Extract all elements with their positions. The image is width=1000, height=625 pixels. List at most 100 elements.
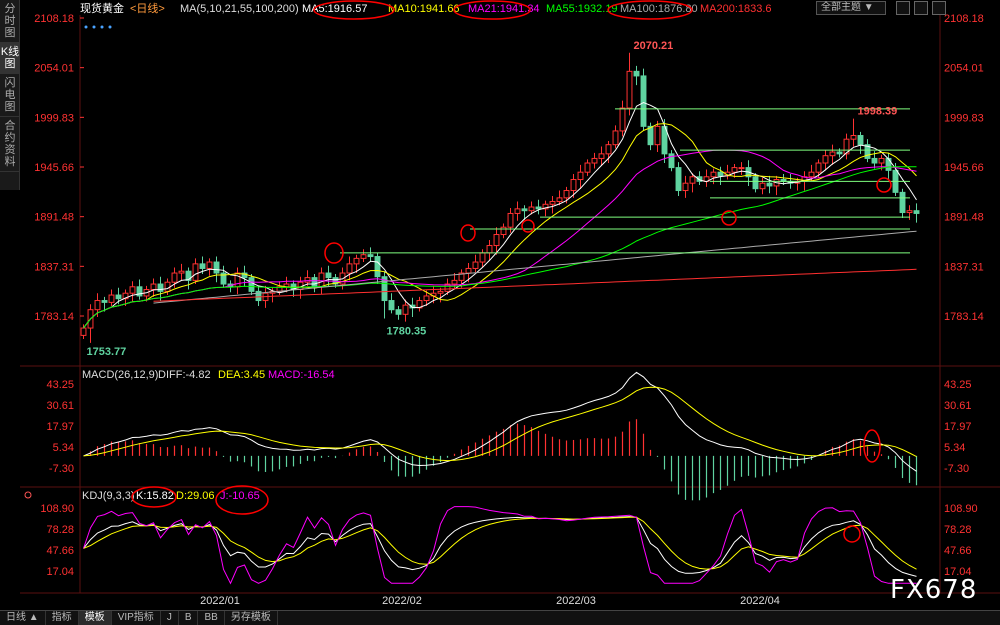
macd-tick-left-2: 17.97: [46, 421, 74, 433]
side-tab-bar: 分时图 K线图 闪电图 合约资料: [0, 0, 20, 190]
price-tick-left-5: 1837.31: [34, 261, 74, 273]
candle-body: [437, 290, 444, 294]
ma-label-3: MA55:1932.19: [546, 3, 618, 15]
price-tick-left-1: 2054.01: [34, 63, 74, 75]
candle-body: [640, 75, 647, 127]
price-tick-right-0: 2108.18: [944, 13, 984, 25]
ma-label-1: MA10:1941.66: [388, 3, 460, 15]
candle-body: [584, 162, 591, 173]
side-tab-1[interactable]: K线图: [0, 43, 20, 74]
bottom-tab-4[interactable]: J: [161, 611, 179, 625]
period-label: <日线>: [130, 1, 165, 15]
date-label-1: 2022/02: [382, 595, 422, 607]
candle-body: [465, 267, 472, 274]
macd-label-1: DEA:3.45: [218, 369, 265, 381]
bottom-tab-7[interactable]: 另存模板: [225, 611, 278, 625]
kdj-title: KDJ(9,3,3): [82, 490, 135, 502]
date-label-2: 2022/03: [556, 595, 596, 607]
candle-body: [710, 171, 717, 178]
candle-body: [423, 295, 430, 302]
bottom-tab-0[interactable]: 日线 ▲: [0, 611, 46, 625]
candle-body: [318, 272, 325, 288]
candle-body: [829, 151, 836, 157]
candle-body: [164, 281, 171, 292]
price-tick-right-5: 1837.31: [944, 261, 984, 273]
watermark-logo: FX678: [890, 575, 978, 605]
ma200-line: [153, 268, 917, 302]
side-tab-0[interactable]: 分时图: [0, 0, 20, 43]
chart-canvas[interactable]: 2108.18 2108.18 2054.01 2054.01 1999.83 1999.…: [20, 0, 1000, 610]
kdj-tick-right-2: 47.66: [944, 545, 972, 557]
price-tick-right-3: 1945.66: [944, 162, 984, 174]
candle-body: [199, 263, 206, 269]
ma21-line: [83, 149, 917, 329]
window-button-2[interactable]: [914, 1, 928, 15]
candle-body: [619, 107, 626, 132]
price-tick-left-3: 1945.66: [34, 162, 74, 174]
date-label-3: 2022/04: [740, 595, 780, 607]
side-tab-2[interactable]: 闪电图: [0, 74, 20, 117]
bottom-tab-1[interactable]: 指标: [46, 611, 79, 625]
candle-body: [717, 171, 724, 177]
candle-body: [360, 254, 367, 259]
candle-body: [766, 182, 773, 187]
candle-body: [108, 294, 115, 303]
candle-body: [374, 256, 381, 278]
candle-body: [213, 261, 220, 274]
kdj-tick-right-1: 78.28: [944, 524, 972, 536]
theme-select[interactable]: 全部主题 ▼: [816, 1, 886, 15]
candle-body: [514, 208, 521, 214]
candle-body: [815, 162, 822, 173]
candle-body: [682, 182, 689, 192]
candle-body: [654, 125, 661, 146]
candle-body: [353, 257, 360, 265]
candle-body: [808, 171, 815, 178]
macd-tick-right-0: 43.25: [944, 379, 972, 391]
candle-body: [157, 283, 164, 292]
candle-body: [206, 261, 213, 269]
kdj-k-line: [83, 516, 917, 577]
candle-body: [500, 226, 507, 236]
candle-body: [150, 283, 157, 291]
candle-body: [612, 130, 619, 146]
side-tab-3[interactable]: 合约资料: [0, 117, 20, 172]
macd-tick-right-3: 5.34: [944, 442, 965, 454]
bottom-tab-3[interactable]: VIP指标: [112, 611, 161, 625]
candle-body: [731, 167, 738, 173]
bottom-tab-2[interactable]: 模板: [78, 611, 112, 625]
window-button-3[interactable]: [932, 1, 946, 15]
kdj-highlight-circle: [843, 525, 861, 543]
candle-body: [115, 294, 122, 300]
ma5-line: [83, 101, 917, 329]
candle-body: [598, 153, 605, 159]
kdj-label-2: J:-10.65: [220, 490, 260, 502]
candle-body: [472, 261, 479, 269]
candle-body: [451, 279, 458, 285]
window-button-1[interactable]: [896, 1, 910, 15]
theme-select-label: 全部主题: [821, 2, 861, 13]
ma55-line: [83, 166, 917, 329]
bottom-tab-5[interactable]: B: [179, 611, 199, 625]
macd-tick-left-4: -7.30: [49, 463, 74, 475]
candle-body: [591, 157, 598, 164]
macd-tick-right-1: 30.61: [944, 400, 972, 412]
price-tick-right-2: 1999.83: [944, 112, 984, 124]
candle-body: [101, 300, 108, 303]
macd-title: MACD(26,12,9): [82, 369, 158, 381]
candle-body: [521, 208, 528, 212]
macd-dea-line: [83, 386, 917, 462]
ma-label-0: MA5:1916.57: [302, 3, 367, 15]
macd-label-0: DIFF:-4.82: [158, 369, 211, 381]
candle-body: [388, 300, 395, 311]
candle-body: [395, 309, 402, 315]
candle-body: [192, 263, 199, 281]
candle-body: [171, 272, 178, 283]
bottom-tab-6[interactable]: BB: [198, 611, 225, 625]
high2-label: 1998.39: [858, 106, 898, 118]
candle-body: [570, 179, 577, 192]
bottom-toolbar: 日线 ▲ 指标 模板 VIP指标 J B BB 另存模板: [0, 610, 1000, 625]
start-low-label: 1753.77: [87, 346, 127, 358]
ma-label-5: MA200:1833.6: [700, 3, 772, 15]
price-tick-left-2: 1999.83: [34, 112, 74, 124]
date-label-0: 2022/01: [200, 595, 240, 607]
